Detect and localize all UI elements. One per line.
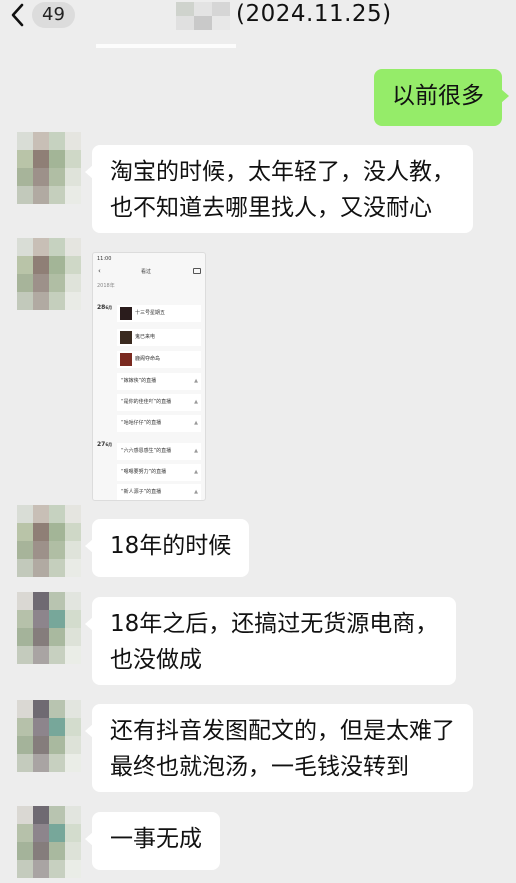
- message-bubble-received[interactable]: 还有抖音发图配文的，但是太难了 最终也就泡汤，一毛钱没转到: [85, 704, 473, 792]
- history-item: “新人源子”的直播 ▲: [117, 484, 201, 500]
- avatar[interactable]: [17, 700, 81, 772]
- previous-bubble-edge: [96, 44, 236, 48]
- message-line: 淘宝的时候，太年轻了，没人教，: [110, 159, 455, 185]
- history-item: “嫁嫁侠”的直播 ▲: [117, 373, 201, 390]
- avatar[interactable]: [17, 806, 81, 878]
- message-line: 也不知道去哪里找人，又没耐心: [110, 195, 432, 221]
- chat-title: (2024.11.25): [236, 1, 392, 27]
- day-label: 286月: [97, 304, 113, 311]
- message-bubble-received[interactable]: 18年的时候: [84, 519, 250, 577]
- back-button[interactable]: 49: [8, 0, 75, 30]
- avatar[interactable]: [17, 132, 81, 204]
- screenshot-title: 看过: [141, 269, 152, 275]
- history-item: “咕咕仔仔”的直播 ▲: [117, 415, 201, 432]
- history-item: “是你的佳佳吖”的直播 ▲: [117, 394, 201, 411]
- poster-thumbnail: [120, 331, 132, 344]
- message-line: 一事无成: [110, 826, 202, 852]
- message-line: 最终也就泡汤，一毛钱没转到: [110, 754, 409, 780]
- message-icon: [193, 268, 201, 274]
- chevron-left-icon: [8, 2, 28, 28]
- history-item: “六六感恩感生”的直播 ▲: [117, 443, 201, 460]
- status-time: 11:00: [97, 256, 112, 262]
- day-label: 276月: [97, 441, 113, 448]
- history-item: “嗯嗯要努力”的直播 ▲: [117, 464, 201, 481]
- unread-count-badge: 49: [32, 2, 75, 28]
- history-item: 鬼已来电: [117, 329, 201, 346]
- message-line: 18年之后，还搞过无货源电商，: [110, 611, 439, 637]
- avatar[interactable]: [17, 505, 81, 577]
- avatar[interactable]: [17, 592, 81, 664]
- year-filter: 2018年: [97, 283, 115, 289]
- message-line: 还有抖音发图配文的，但是太难了: [110, 718, 455, 744]
- message-bubble-sent[interactable]: 以前很多: [374, 69, 509, 126]
- history-item: 鹿阁夺命岛: [117, 351, 201, 368]
- image-message[interactable]: 11:00 ‹ 看过 2018年 286月 十三号星期五 鬼已来电 鹿阁夺命岛 …: [92, 252, 206, 501]
- message-bubble-received[interactable]: 一事无成: [85, 812, 220, 870]
- contact-name-mosaic: [176, 2, 230, 30]
- history-item: 十三号星期五: [117, 305, 201, 322]
- poster-thumbnail: [120, 307, 132, 320]
- chat-header: 49 (2024.11.25): [0, 0, 516, 42]
- message-bubble-received[interactable]: 18年之后，还搞过无货源电商， 也没做成: [84, 597, 457, 685]
- message-bubble-received[interactable]: 淘宝的时候，太年轻了，没人教， 也不知道去哪里找人，又没耐心: [85, 145, 473, 233]
- back-icon: ‹: [98, 267, 101, 275]
- message-text: 以前很多: [392, 83, 484, 109]
- poster-thumbnail: [120, 353, 132, 366]
- message-line: 18年的时候: [110, 533, 232, 559]
- message-line: 也没做成: [110, 647, 202, 673]
- avatar[interactable]: [17, 238, 81, 310]
